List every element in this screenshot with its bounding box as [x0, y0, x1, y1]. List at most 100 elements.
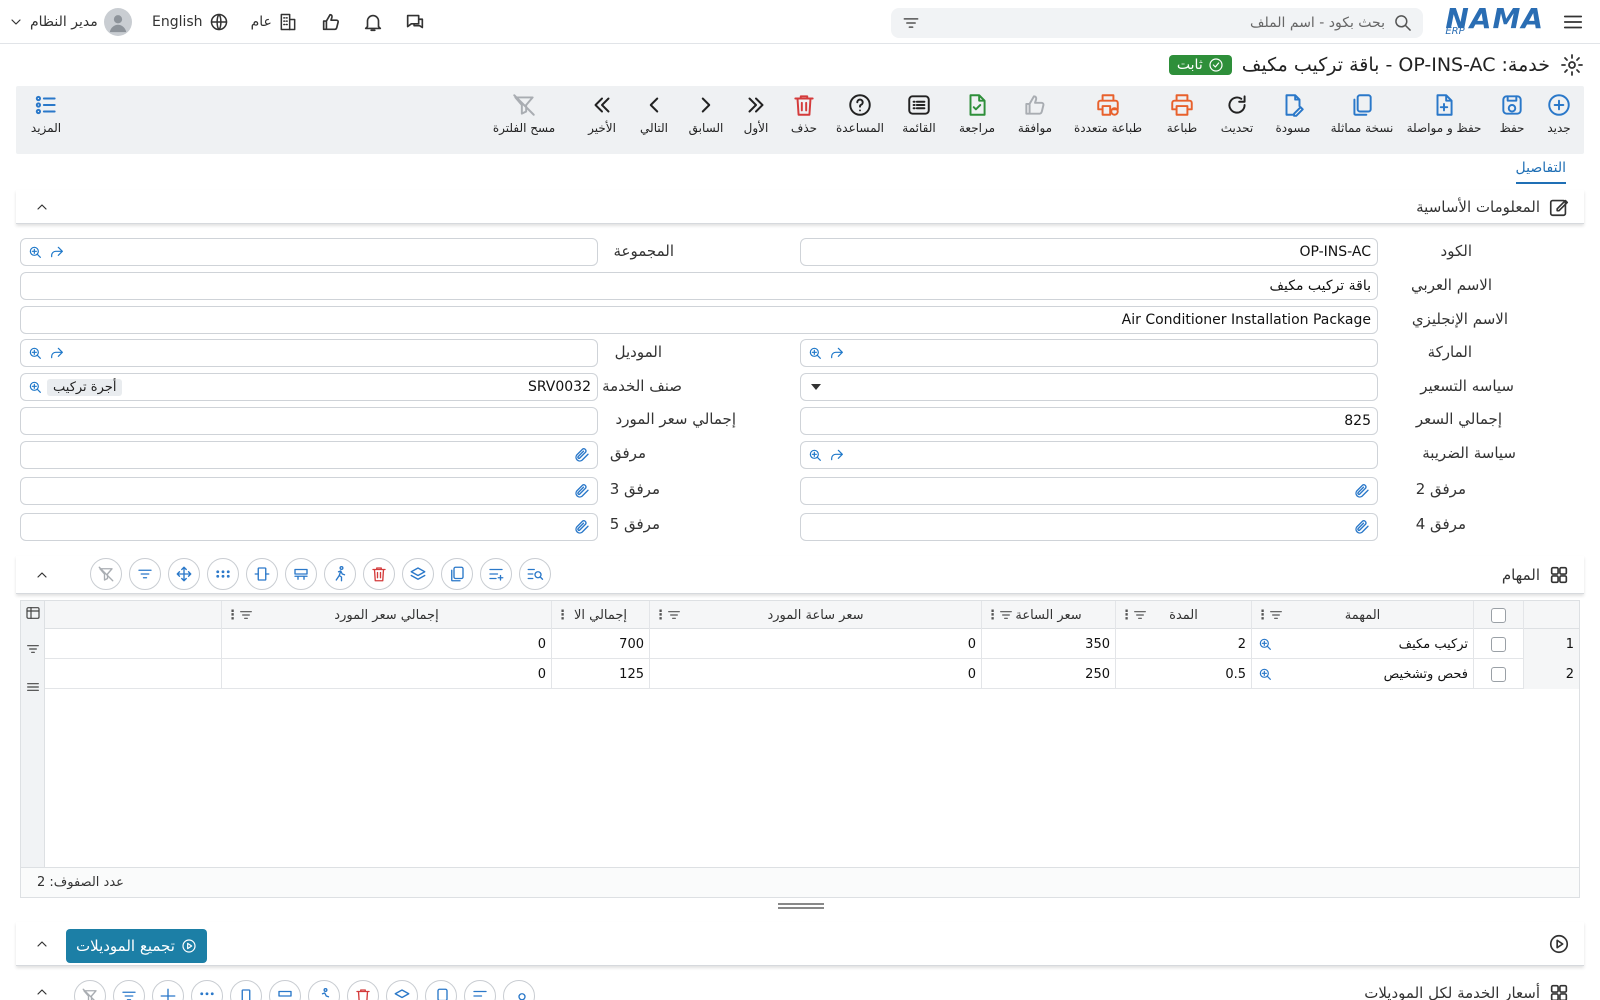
grid-delete-button[interactable] — [363, 558, 395, 590]
select-all-checkbox[interactable] — [1491, 607, 1506, 623]
service-class-field[interactable]: SRV0032 أجرة تركيب — [20, 373, 598, 401]
columns-icon[interactable] — [25, 605, 41, 621]
grid-run-button[interactable] — [308, 980, 340, 1000]
col-header-duration[interactable]: المدة ⋮ — [1115, 601, 1251, 629]
column-filter-icon[interactable] — [998, 607, 1014, 623]
col-header-hour-price[interactable]: سعر الساعة ⋮ — [981, 601, 1115, 629]
tax-policy-field[interactable] — [800, 441, 1378, 469]
share-icon[interactable] — [49, 244, 65, 260]
attachment-field[interactable] — [20, 441, 598, 469]
search-input[interactable] — [921, 15, 1385, 31]
search-plus-icon[interactable] — [1257, 666, 1273, 682]
more-button[interactable]: المزيد — [24, 92, 68, 135]
group-field[interactable] — [20, 238, 598, 266]
supplier-total-cell[interactable]: 0 — [221, 659, 551, 689]
grid-move-button[interactable] — [168, 558, 200, 590]
col-header-total[interactable]: إجمالي الا ⋮ — [551, 601, 649, 629]
grid-run-button[interactable] — [324, 558, 356, 590]
task-cell[interactable]: فحص وتشخيص — [1251, 659, 1473, 689]
grid-dots-button[interactable] — [207, 558, 239, 590]
pricing-policy-select[interactable] — [800, 373, 1378, 401]
total-cell[interactable]: 125 — [551, 659, 649, 689]
total-price-field[interactable]: 825 — [800, 407, 1378, 435]
chat-icon[interactable] — [404, 11, 426, 33]
aggregate-models-button[interactable]: تجميع الموديلات — [66, 929, 207, 963]
grid-clear-filter-button[interactable] — [90, 558, 122, 590]
menu-icon[interactable] — [1562, 11, 1584, 33]
delete-button[interactable]: حذف — [784, 92, 824, 135]
search-plus-icon[interactable] — [27, 345, 43, 361]
grid-search-button[interactable] — [519, 558, 551, 590]
duplicate-button[interactable]: نسخة مماثلة — [1326, 92, 1398, 135]
paperclip-icon[interactable] — [1353, 482, 1371, 500]
last-button[interactable]: الأخير — [582, 92, 622, 135]
hour-price-cell[interactable]: 350 — [981, 629, 1115, 659]
share-icon[interactable] — [49, 345, 65, 361]
supplier-hour-cell[interactable]: 0 — [649, 659, 981, 689]
grid-move-button[interactable] — [152, 980, 184, 1000]
task-cell[interactable]: تركيب مكيف — [1251, 629, 1473, 659]
search-plus-icon[interactable] — [1257, 636, 1273, 652]
grid-insert-row-button[interactable] — [285, 558, 317, 590]
print-button[interactable]: طباعة — [1158, 92, 1206, 135]
grid-copy-button[interactable] — [425, 980, 457, 1000]
column-filter-icon[interactable] — [666, 607, 682, 623]
search-plus-icon[interactable] — [807, 447, 823, 463]
collapse-basic-info-icon[interactable] — [34, 199, 50, 215]
column-menu-icon[interactable]: ⋮ — [986, 608, 999, 623]
previous-button[interactable]: السابق — [684, 92, 728, 135]
supplier-total-field[interactable] — [20, 407, 598, 435]
grid-search-button[interactable] — [503, 980, 535, 1000]
column-menu-icon[interactable]: ⋮ — [654, 608, 667, 623]
collapse-tasks-icon[interactable] — [34, 567, 50, 583]
column-menu-icon[interactable]: ⋮ — [1120, 608, 1133, 623]
grid-resize-button[interactable] — [246, 558, 278, 590]
multi-print-button[interactable]: طباعة متعددة — [1068, 92, 1148, 135]
grid-add-line-button[interactable] — [480, 558, 512, 590]
play-circle-icon[interactable] — [1548, 933, 1570, 955]
duration-cell[interactable]: 0.5 — [1115, 659, 1251, 689]
col-header-supplier-hour[interactable]: سعر ساعة المورد ⋮ — [649, 601, 981, 629]
table-row[interactable]: 2 فحص وتشخيص 0.5 250 0 125 0 — [45, 659, 1579, 689]
search-icon[interactable] — [1393, 13, 1413, 33]
grid-layers-button[interactable] — [402, 558, 434, 590]
language-switch[interactable]: English — [152, 12, 229, 32]
first-button[interactable]: الأول — [736, 92, 776, 135]
save-continue-button[interactable]: حفظ و مواصلة — [1404, 92, 1484, 135]
paperclip-icon[interactable] — [573, 446, 591, 464]
table-row[interactable]: 1 تركيب مكيف 2 350 0 700 0 — [45, 629, 1579, 659]
col-header-task[interactable]: المهمة ⋮ — [1251, 601, 1473, 629]
grid-resize-button[interactable] — [230, 980, 262, 1000]
search-plus-icon[interactable] — [27, 244, 43, 260]
share-icon[interactable] — [829, 447, 845, 463]
resize-handle[interactable] — [778, 903, 824, 909]
search-plus-icon[interactable] — [27, 379, 43, 395]
save-button[interactable]: حفظ — [1490, 92, 1534, 135]
column-filter-icon[interactable] — [1268, 607, 1284, 623]
english-name-field[interactable]: Air Conditioner Installation Package — [20, 306, 1378, 334]
grid-dots-button[interactable] — [191, 980, 223, 1000]
supplier-hour-cell[interactable]: 0 — [649, 629, 981, 659]
app-logo[interactable]: NAMA ERP — [1445, 4, 1544, 40]
grid-layers-button[interactable] — [386, 980, 418, 1000]
search-filter-icon[interactable] — [901, 13, 921, 33]
total-cell[interactable]: 700 — [551, 629, 649, 659]
grid-filter-button[interactable] — [113, 980, 145, 1000]
search-plus-icon[interactable] — [807, 345, 823, 361]
share-icon[interactable] — [829, 345, 845, 361]
attachment5-field[interactable] — [20, 513, 598, 541]
grid-copy-button[interactable] — [441, 558, 473, 590]
approve-button[interactable]: موافقة — [1010, 92, 1060, 135]
hour-price-cell[interactable]: 250 — [981, 659, 1115, 689]
grid-filter-button[interactable] — [129, 558, 161, 590]
side-menu-icon[interactable] — [25, 679, 41, 695]
attachment3-field[interactable] — [20, 477, 598, 505]
user-menu[interactable]: مدير النظام — [8, 8, 134, 36]
supplier-total-cell[interactable]: 0 — [221, 629, 551, 659]
grid-add-line-button[interactable] — [464, 980, 496, 1000]
duration-cell[interactable]: 2 — [1115, 629, 1251, 659]
review-button[interactable]: مراجعة — [952, 92, 1002, 135]
brand-field[interactable] — [800, 339, 1378, 367]
column-menu-icon[interactable]: ⋮ — [1256, 608, 1269, 623]
arabic-name-field[interactable]: باقة تركيب مكيف — [20, 272, 1378, 300]
